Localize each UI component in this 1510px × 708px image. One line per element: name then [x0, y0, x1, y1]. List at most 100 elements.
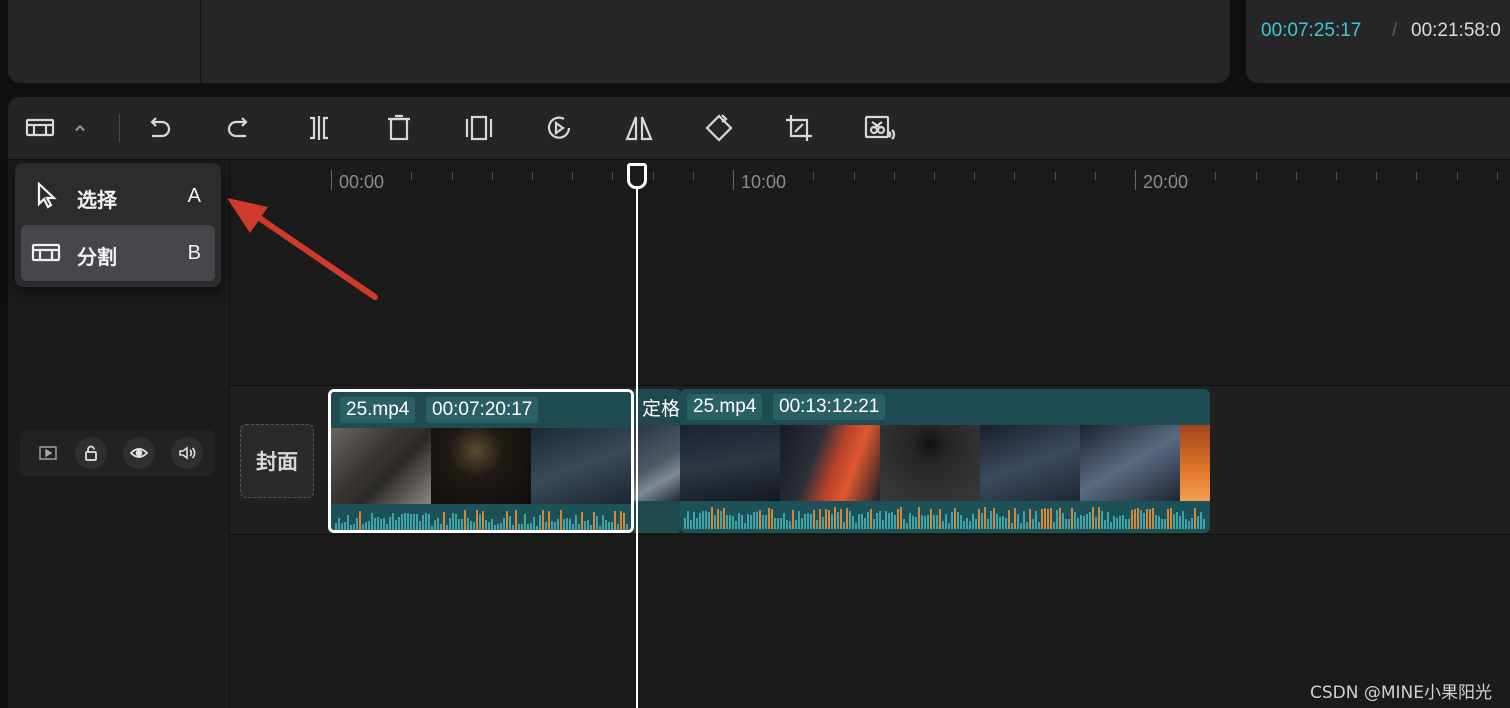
waveform-bar: [804, 513, 806, 529]
mirror-button[interactable]: [621, 110, 657, 146]
waveform-bar: [527, 524, 529, 530]
waveform-bar: [395, 519, 397, 530]
waveform-bar: [1050, 507, 1052, 529]
waveform-bar: [816, 519, 818, 529]
ruler-tick: [1496, 172, 1498, 180]
waveform-bar: [488, 522, 490, 530]
waveform-bar: [1029, 508, 1031, 529]
waveform-bar: [587, 520, 589, 530]
waveform-bar: [822, 517, 824, 529]
waveform-bar: [828, 510, 830, 529]
clip-filename: 25.mp4: [340, 397, 416, 423]
waveform-bar: [428, 514, 430, 530]
track-lock-button[interactable]: [75, 437, 107, 469]
waveform-bar: [1074, 512, 1076, 529]
cover-button[interactable]: 封面: [240, 424, 314, 498]
waveform-bar: [729, 514, 731, 529]
waveform-bar: [948, 522, 950, 529]
delete-button[interactable]: [381, 110, 417, 146]
waveform-bar: [485, 519, 487, 530]
menu-item-split[interactable]: 分割 B: [21, 225, 215, 281]
waveform-bar: [735, 521, 737, 529]
waveform-bar: [780, 518, 782, 529]
mode-dropdown-toggle[interactable]: [68, 110, 92, 146]
waveform-bar: [464, 510, 466, 530]
track-mute-button[interactable]: [171, 437, 203, 469]
crop-button[interactable]: [781, 110, 817, 146]
video-clip[interactable]: 25.mp4 00:13:12:21: [680, 389, 1210, 533]
waveform-bar: [1059, 508, 1061, 529]
ruler-label: 10:00: [741, 172, 787, 192]
waveform-bar: [446, 525, 448, 530]
waveform-bar: [419, 521, 421, 530]
waveform-bar: [1068, 518, 1070, 529]
waveform-bar: [422, 514, 424, 530]
waveform-bar: [581, 511, 583, 530]
thumbnail: [980, 425, 1080, 501]
waveform-bar: [813, 509, 815, 529]
waveform-bar: [353, 524, 355, 530]
waveform-bar: [936, 514, 938, 529]
waveform-bar: [596, 515, 598, 530]
video-track-icon: [39, 446, 57, 460]
waveform-bar: [921, 514, 923, 529]
waveform-bar: [1137, 508, 1139, 529]
track-visibility-button[interactable]: [123, 437, 155, 469]
waveform-bar: [762, 515, 764, 529]
lock-icon: [85, 445, 97, 461]
waveform-bar: [876, 512, 878, 529]
waveform-bar: [620, 510, 622, 530]
waveform-bar: [1203, 519, 1205, 529]
waveform-bar: [825, 509, 827, 529]
waveform-bar: [494, 524, 496, 530]
waveform-bar: [987, 519, 989, 529]
waveform-bar: [1080, 514, 1082, 529]
waveform-bar: [915, 516, 917, 529]
reverse-button[interactable]: [541, 110, 577, 146]
waveform-bar: [906, 522, 908, 529]
waveform-bar: [1008, 509, 1010, 529]
waveform-bar: [846, 507, 848, 529]
freeze-frame-clip[interactable]: 定格: [634, 389, 682, 533]
video-clip[interactable]: 25.mp4 00:07:20:17: [328, 389, 634, 533]
menu-item-select[interactable]: 选择 A: [21, 168, 215, 224]
waveform-bar: [1002, 515, 1004, 529]
crop-icon: [786, 115, 812, 141]
audio-separate-button[interactable]: [861, 110, 897, 146]
waveform-bar: [383, 517, 385, 530]
waveform-bar: [798, 510, 800, 529]
waveform-bar: [855, 522, 857, 529]
ruler-tick: [1376, 172, 1378, 180]
freeze-frame-button[interactable]: [461, 110, 497, 146]
rotate-button[interactable]: [701, 110, 737, 146]
waveform-bar: [1167, 508, 1169, 529]
waveform-bar: [563, 519, 565, 530]
waveform-bar: [1119, 515, 1121, 529]
clip-header: 25.mp4 00:13:12:21: [680, 389, 1210, 425]
waveform-bar: [1134, 509, 1136, 529]
audio-waveform: [680, 501, 1210, 533]
waveform-bar: [1200, 512, 1202, 529]
time-ruler[interactable]: 00:00 10:00 20:00: [328, 160, 1510, 200]
waveform-bar: [338, 518, 340, 530]
waveform-bar: [1089, 511, 1091, 529]
undo-button[interactable]: [141, 110, 177, 146]
split-mode-icon: [31, 243, 61, 262]
mode-selector-button[interactable]: [22, 110, 58, 146]
waveform-bar: [972, 513, 974, 529]
track-video-toggle[interactable]: [32, 437, 64, 469]
waveform-bar: [1086, 513, 1088, 529]
redo-button[interactable]: [221, 110, 257, 146]
waveform-bar: [1188, 521, 1190, 529]
waveform-bar: [900, 507, 902, 529]
ruler-tick: [934, 172, 935, 180]
track-controls: [20, 430, 215, 476]
ruler-label: 00:00: [339, 172, 385, 192]
playhead-handle[interactable]: [627, 163, 647, 189]
split-button[interactable]: [301, 110, 337, 146]
clip-filename: 25.mp4: [687, 394, 763, 420]
ruler-tick: [1054, 172, 1056, 180]
waveform-bar: [365, 521, 367, 530]
waveform-bar: [398, 517, 400, 530]
waveform-bar: [536, 525, 538, 530]
